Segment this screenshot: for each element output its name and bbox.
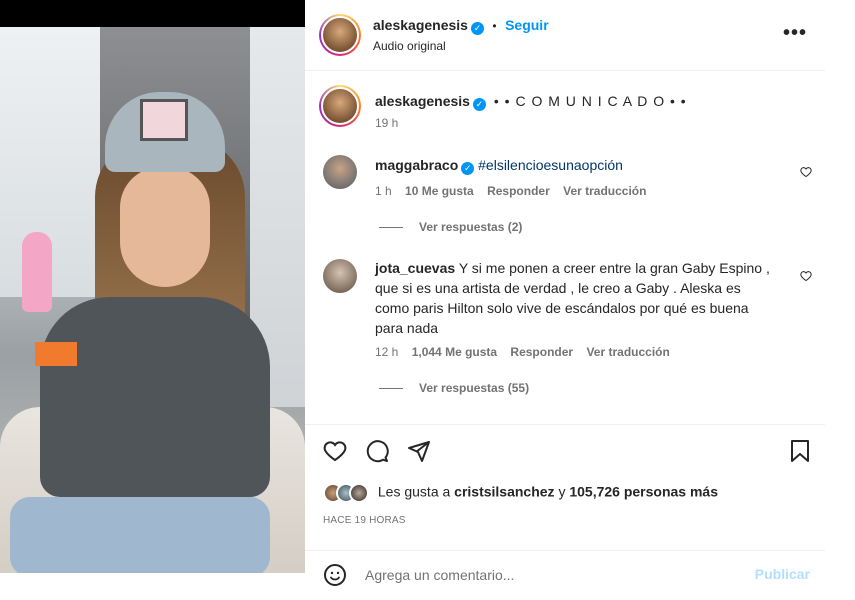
save-bookmark-icon[interactable] xyxy=(789,439,811,463)
comment-username[interactable]: maggabraco xyxy=(375,157,458,173)
comment-meta: 1 h 10 Me gusta Responder Ver traducción xyxy=(375,184,646,198)
verified-badge-icon: ✓ xyxy=(470,22,484,35)
header-separator: • xyxy=(492,19,497,33)
author-avatar[interactable] xyxy=(319,14,361,56)
emoji-icon[interactable] xyxy=(323,563,347,587)
comment-time[interactable]: 12 h xyxy=(375,345,398,359)
person-shorts xyxy=(10,497,270,573)
comment-avatar[interactable] xyxy=(323,259,357,293)
reply-button[interactable]: Responder xyxy=(510,345,573,359)
comment-likes[interactable]: 10 Me gusta xyxy=(405,184,474,198)
comment-username[interactable]: jota_cuevas xyxy=(375,260,455,276)
comment-body: jota_cuevas Y si me ponen a creer entre … xyxy=(375,258,775,338)
audio-label[interactable]: Audio original xyxy=(373,39,446,53)
likes-summary: Les gusta a cristsilsanchez y 105,726 pe… xyxy=(323,483,718,503)
comment-like-icon[interactable] xyxy=(800,270,812,282)
comment-likes[interactable]: 1,044 Me gusta xyxy=(412,345,497,359)
likes-count[interactable]: 105,726 personas más xyxy=(569,484,718,500)
comment-avatar[interactable] xyxy=(323,155,357,189)
reply-button[interactable]: Responder xyxy=(487,184,550,198)
action-divider xyxy=(305,424,825,425)
caption-username[interactable]: aleskagenesis xyxy=(375,93,470,109)
post-header: aleskagenesis ✓ • Seguir Audio original •… xyxy=(305,0,825,71)
translate-button[interactable]: Ver traducción xyxy=(586,345,669,359)
comment-hashtag[interactable]: #elsilencioesunaopción xyxy=(478,157,623,173)
comment-time[interactable]: 1 h xyxy=(375,184,392,198)
post-media[interactable] xyxy=(0,0,305,573)
shirt-patch xyxy=(35,342,77,366)
more-options-icon[interactable]: ••• xyxy=(783,22,807,45)
view-replies-button[interactable]: Ver respuestas (2) xyxy=(379,220,522,234)
view-replies-label: Ver respuestas (2) xyxy=(419,220,523,234)
caption-text: • • C O M U N I C A D O • • xyxy=(493,93,687,109)
translate-button[interactable]: Ver traducción xyxy=(563,184,646,198)
view-replies-label: Ver respuestas (55) xyxy=(419,381,530,395)
post-video-frame[interactable] xyxy=(0,27,305,573)
person-shirt xyxy=(40,297,270,497)
comment-body: maggabraco ✓ #elsilencioesunaopción xyxy=(375,155,795,175)
comment-composer: Publicar xyxy=(305,550,825,600)
verified-badge-icon: ✓ xyxy=(472,98,486,111)
pink-figure xyxy=(22,232,52,312)
verified-badge-icon: ✓ xyxy=(461,162,475,175)
likes-connector: y xyxy=(558,483,566,500)
comment-meta: 12 h 1,044 Me gusta Responder Ver traduc… xyxy=(375,345,670,359)
like-icon[interactable] xyxy=(323,439,347,463)
caption: aleskagenesis ✓ • • C O M U N I C A D O •… xyxy=(375,91,687,111)
publish-button[interactable]: Publicar xyxy=(755,566,810,582)
caption-avatar[interactable] xyxy=(319,85,361,127)
liker-username[interactable]: cristsilsanchez xyxy=(454,484,554,500)
view-replies-button[interactable]: Ver respuestas (55) xyxy=(379,381,529,395)
comment-like-icon[interactable] xyxy=(800,166,812,178)
caption-time[interactable]: 19 h xyxy=(375,116,398,130)
share-icon[interactable] xyxy=(407,439,431,463)
liker-avatar xyxy=(349,483,369,503)
post-sidebar: aleskagenesis ✓ • Seguir Audio original •… xyxy=(305,0,825,600)
likes-prefix: Les gusta a xyxy=(377,483,451,500)
follow-button[interactable]: Seguir xyxy=(505,17,549,33)
comment-input[interactable] xyxy=(365,563,735,587)
person-face xyxy=(120,167,210,287)
cap-patch xyxy=(140,99,188,141)
post-date[interactable]: HACE 19 HORAS xyxy=(323,515,406,526)
author-username[interactable]: aleskagenesis xyxy=(373,17,468,33)
comment-icon[interactable] xyxy=(365,439,389,463)
liker-avatars xyxy=(323,483,369,503)
